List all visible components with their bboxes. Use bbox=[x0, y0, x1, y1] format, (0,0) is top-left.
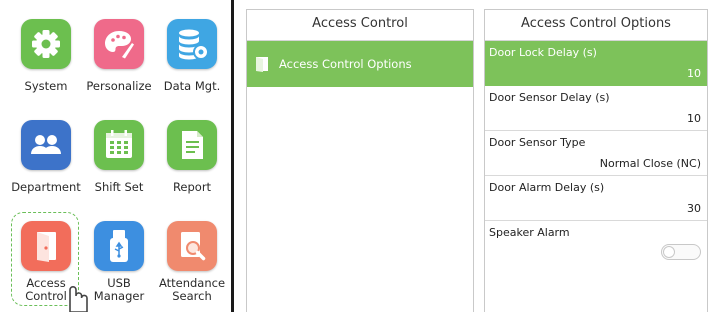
speaker-alarm-toggle[interactable] bbox=[661, 244, 701, 260]
menu-tile-label: System bbox=[24, 79, 68, 93]
menu-tile-label: Data Mgt. bbox=[163, 79, 221, 93]
menu-tile-label: Attendance Search bbox=[158, 276, 226, 303]
menu-item-label: Access Control Options bbox=[279, 57, 412, 71]
option-speaker-alarm[interactable]: Speaker Alarm bbox=[485, 221, 707, 266]
option-label: Door Alarm Delay (s) bbox=[489, 181, 605, 194]
option-value: 10 bbox=[687, 112, 701, 125]
option-door-lock-delay[interactable]: Door Lock Delay (s) 10 bbox=[485, 41, 707, 86]
option-label: Speaker Alarm bbox=[489, 226, 570, 239]
panel-title: Access Control Options bbox=[485, 10, 707, 41]
menu-tile-label: Shift Set bbox=[94, 180, 144, 194]
menu-tile-label: Report bbox=[172, 180, 212, 194]
door-icon bbox=[256, 57, 268, 72]
pointer-hand-icon bbox=[69, 285, 88, 312]
menu-tile-department[interactable]: Department bbox=[10, 120, 82, 194]
menu-item-access-control-options[interactable]: Access Control Options bbox=[247, 41, 473, 87]
menu-tile-system[interactable]: System bbox=[10, 19, 82, 93]
magnifier-icon bbox=[167, 221, 217, 271]
menu-tile-shift-set[interactable]: Shift Set bbox=[83, 120, 155, 194]
menu-tile-personalize[interactable]: Personalize bbox=[83, 19, 155, 93]
menu-tile-label: Personalize bbox=[86, 79, 152, 93]
option-label: Door Sensor Delay (s) bbox=[489, 91, 610, 104]
option-value: Normal Close (NC) bbox=[599, 157, 701, 170]
calendar-icon bbox=[94, 120, 144, 170]
toggle-knob bbox=[663, 246, 675, 258]
document-icon bbox=[167, 120, 217, 170]
panel-divider bbox=[231, 0, 234, 312]
database-gear-icon bbox=[167, 19, 217, 69]
door-icon bbox=[21, 221, 71, 271]
menu-tile-data-mgt[interactable]: Data Mgt. bbox=[156, 19, 228, 93]
option-label: Door Sensor Type bbox=[489, 136, 586, 149]
option-door-sensor-type[interactable]: Door Sensor Type Normal Close (NC) bbox=[485, 131, 707, 176]
menu-tile-usb-manager[interactable]: USB Manager bbox=[83, 221, 155, 303]
option-value: 30 bbox=[687, 202, 701, 215]
option-value: 10 bbox=[687, 67, 701, 80]
main-menu: System Personalize Data Mgt. Department … bbox=[0, 0, 232, 312]
option-door-sensor-delay[interactable]: Door Sensor Delay (s) 10 bbox=[485, 86, 707, 131]
option-label: Door Lock Delay (s) bbox=[489, 46, 597, 59]
usb-icon bbox=[94, 221, 144, 271]
menu-tile-attendance-search[interactable]: Attendance Search bbox=[156, 221, 228, 303]
menu-tile-label: Department bbox=[11, 180, 81, 194]
menu-tile-label: USB Manager bbox=[93, 276, 145, 303]
palette-icon bbox=[94, 19, 144, 69]
gear-icon bbox=[21, 19, 71, 69]
menu-tile-report[interactable]: Report bbox=[156, 120, 228, 194]
option-door-alarm-delay[interactable]: Door Alarm Delay (s) 30 bbox=[485, 176, 707, 221]
access-control-panel: Access Control Access Control Options bbox=[246, 9, 474, 312]
access-control-options-panel: Access Control Options Door Lock Delay (… bbox=[484, 9, 708, 312]
people-icon bbox=[21, 120, 71, 170]
panel-title: Access Control bbox=[247, 10, 473, 41]
